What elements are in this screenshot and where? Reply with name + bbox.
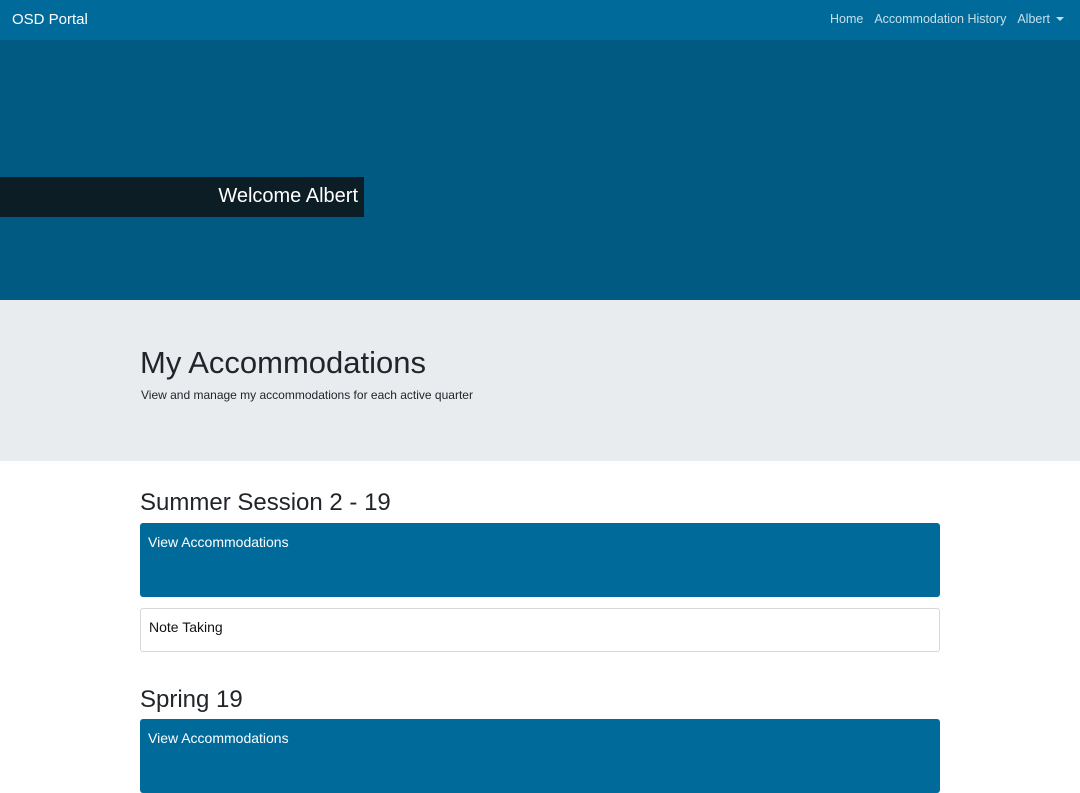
caret-down-icon — [1056, 17, 1064, 21]
nav-home-link[interactable]: Home — [830, 12, 863, 26]
accommodation-item: Note Taking — [140, 608, 940, 652]
nav-accommodation-history-link[interactable]: Accommodation History — [874, 12, 1006, 26]
session-title: Spring 19 — [140, 686, 243, 713]
brand-link[interactable]: OSD Portal — [12, 11, 88, 28]
user-menu-label: Albert — [1017, 12, 1050, 26]
hero-banner: Welcome Albert — [0, 40, 1080, 300]
user-menu-dropdown[interactable]: Albert — [1017, 12, 1064, 26]
page-header: My Accommodations View and manage my acc… — [0, 300, 1080, 461]
top-navbar: OSD Portal Home Accommodation History Al… — [0, 0, 1080, 40]
nav-links: Home Accommodation History Albert — [830, 12, 1064, 26]
view-accommodations-button[interactable]: View Accommodations — [140, 719, 940, 793]
session-title: Summer Session 2 - 19 — [140, 489, 391, 516]
page-title: My Accommodations — [140, 345, 426, 380]
view-accommodations-button[interactable]: View Accommodations — [140, 523, 940, 597]
welcome-band: Welcome Albert — [0, 177, 364, 217]
page-subtitle: View and manage my accommodations for ea… — [141, 388, 473, 402]
hero-pattern — [0, 40, 1080, 300]
welcome-heading: Welcome Albert — [218, 185, 358, 207]
